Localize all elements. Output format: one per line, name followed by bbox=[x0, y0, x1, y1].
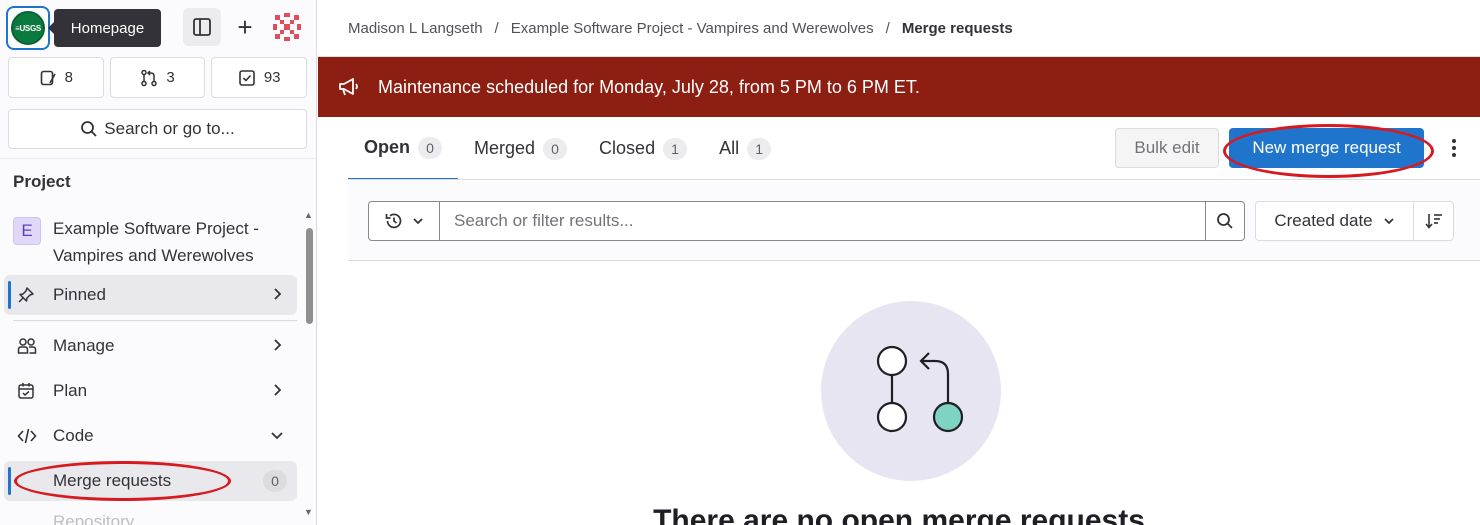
merge-request-icon bbox=[141, 69, 158, 86]
todo-icon bbox=[239, 69, 255, 86]
breadcrumb-item-project[interactable]: Example Software Project - Vampires and … bbox=[511, 20, 874, 37]
user-avatar-icon bbox=[273, 13, 301, 41]
banner-text: Maintenance scheduled for Monday, July 2… bbox=[378, 76, 920, 97]
filter-search-button[interactable] bbox=[1205, 201, 1245, 241]
plus-icon: + bbox=[237, 11, 253, 42]
chevron-down-icon bbox=[413, 218, 423, 225]
todos-counter-button[interactable]: 93 bbox=[211, 57, 308, 98]
section-title: Project bbox=[13, 172, 71, 191]
code-icon bbox=[17, 427, 41, 445]
mr-state-tabs: Open 0 Merged 0 Closed 1 All 1 bbox=[348, 117, 787, 180]
homepage-logo-button[interactable]: ≡USGS bbox=[6, 6, 50, 50]
counters-row: 8 3 93 bbox=[8, 57, 308, 98]
issues-counter-button[interactable]: 8 bbox=[8, 57, 104, 98]
divider bbox=[13, 320, 297, 321]
sidebar-item-code[interactable]: Code bbox=[4, 416, 297, 456]
toggle-sidebar-button[interactable] bbox=[183, 8, 221, 46]
more-actions-icon[interactable] bbox=[1444, 132, 1464, 164]
breadcrumb-item-user[interactable]: Madison L Langseth bbox=[348, 20, 483, 37]
tab-open[interactable]: Open 0 bbox=[348, 117, 459, 180]
create-new-button[interactable]: + bbox=[226, 8, 264, 46]
tab-label: Closed bbox=[599, 138, 656, 158]
sidebar-item-label: Pinned bbox=[53, 285, 106, 304]
user-avatar-button[interactable] bbox=[268, 8, 306, 46]
sidebar-item-repository[interactable]: Repository bbox=[53, 512, 134, 525]
tab-merged[interactable]: Merged 0 bbox=[458, 117, 583, 180]
bulk-edit-button[interactable]: Bulk edit bbox=[1115, 128, 1219, 168]
empty-state-illustration bbox=[821, 301, 1001, 481]
sidebar-item-pinned[interactable]: Pinned bbox=[4, 275, 297, 315]
tab-label: Merged bbox=[474, 138, 536, 158]
chevron-right-icon bbox=[269, 337, 285, 358]
scroll-up-arrow-icon[interactable]: ▲ bbox=[304, 210, 313, 220]
sort-label: Created date bbox=[1274, 211, 1373, 230]
merge-requests-nav-count: 0 bbox=[263, 470, 287, 492]
project-link[interactable]: E Example Software Project - Vampires an… bbox=[13, 215, 298, 269]
usgs-logo: ≡USGS bbox=[11, 11, 45, 45]
breadcrumb-separator: / bbox=[494, 19, 499, 37]
tab-count: 1 bbox=[663, 137, 688, 160]
sidebar-scroll-thumb[interactable] bbox=[306, 228, 313, 324]
issues-count: 8 bbox=[64, 69, 73, 86]
new-merge-request-button[interactable]: New merge request bbox=[1229, 128, 1424, 168]
chevron-down-icon bbox=[269, 427, 285, 448]
calendar-icon bbox=[17, 382, 41, 400]
breadcrumb-current[interactable]: Merge requests bbox=[902, 20, 1013, 37]
recent-searches-button[interactable] bbox=[368, 201, 440, 241]
breadcrumb: Madison L Langseth / Example Software Pr… bbox=[318, 0, 1480, 57]
search-icon bbox=[1217, 213, 1233, 229]
sidebar: ≡USGS Homepage + 8 3 93 Search or go to.… bbox=[0, 0, 317, 525]
search-icon bbox=[81, 121, 97, 137]
sort-direction-button[interactable] bbox=[1413, 201, 1454, 241]
sidebar-item-plan[interactable]: Plan bbox=[4, 371, 297, 411]
divider bbox=[348, 179, 1480, 180]
bullhorn-icon bbox=[338, 77, 360, 97]
tab-count: 0 bbox=[418, 136, 443, 159]
chevron-right-icon bbox=[269, 286, 285, 307]
sort-lowest-icon bbox=[1424, 214, 1442, 229]
tab-count: 1 bbox=[747, 137, 772, 160]
merge-requests-count: 3 bbox=[166, 69, 175, 86]
tab-closed[interactable]: Closed 1 bbox=[583, 117, 703, 180]
sidebar-item-label: Merge requests bbox=[53, 471, 172, 490]
empty-state-title: There are no open merge requests bbox=[653, 504, 1145, 525]
sidebar-item-label: Manage bbox=[53, 336, 115, 355]
project-avatar: E bbox=[13, 217, 41, 245]
chevron-right-icon bbox=[269, 382, 285, 403]
scroll-down-arrow-icon[interactable]: ▼ bbox=[304, 507, 313, 517]
chevron-down-icon bbox=[1384, 218, 1394, 225]
project-name: Example Software Project - Vampires and … bbox=[53, 219, 259, 265]
filter-bar: Search or filter results... Created date bbox=[348, 181, 1480, 261]
search-filter-input[interactable]: Search or filter results... bbox=[439, 201, 1206, 241]
maintenance-banner: Maintenance scheduled for Monday, July 2… bbox=[318, 57, 1480, 117]
tab-label: Open bbox=[364, 137, 411, 157]
todos-count: 93 bbox=[263, 69, 281, 86]
sidebar-item-manage[interactable]: Manage bbox=[4, 326, 297, 366]
search-label: Search or go to... bbox=[104, 119, 235, 138]
tab-label: All bbox=[719, 138, 740, 158]
search-button[interactable]: Search or go to... bbox=[8, 109, 307, 149]
divider bbox=[0, 158, 316, 159]
homepage-tooltip: Homepage bbox=[48, 9, 161, 47]
sidebar-item-label: Code bbox=[53, 426, 94, 445]
main-content: Madison L Langseth / Example Software Pr… bbox=[318, 0, 1480, 525]
merge-request-illustration-icon bbox=[876, 345, 964, 433]
sidebar-item-merge-requests[interactable]: Merge requests 0 bbox=[4, 461, 297, 501]
tab-count: 0 bbox=[543, 137, 568, 160]
users-icon bbox=[17, 337, 41, 355]
sort-dropdown[interactable]: Created date bbox=[1255, 201, 1414, 241]
tab-all[interactable]: All 1 bbox=[703, 117, 787, 180]
breadcrumb-separator: / bbox=[885, 19, 890, 37]
issues-icon bbox=[40, 70, 56, 85]
merge-requests-counter-button[interactable]: 3 bbox=[109, 57, 206, 98]
history-icon bbox=[385, 213, 402, 229]
thumbtack-icon bbox=[17, 286, 41, 304]
sidebar-toggle-icon bbox=[193, 18, 211, 36]
sidebar-item-label: Plan bbox=[53, 381, 88, 400]
